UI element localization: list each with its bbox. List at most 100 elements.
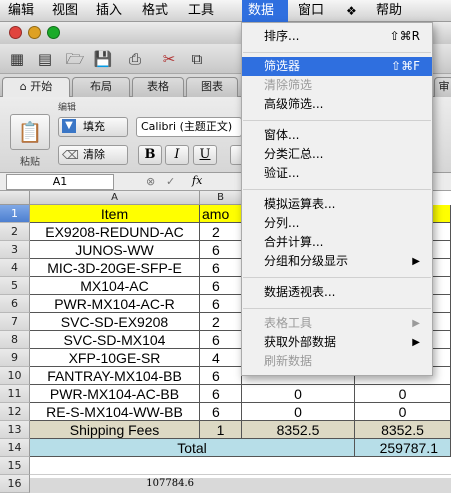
save-icon[interactable]: 💾: [92, 48, 114, 70]
shipping-label-cell[interactable]: Shipping Fees: [30, 421, 200, 439]
open-folder-icon[interactable]: 🗁: [64, 48, 86, 70]
submenu-arrow-icon: ▶: [412, 256, 420, 267]
menu-item-validation[interactable]: 验证...: [242, 164, 432, 183]
menu-item-data-table[interactable]: 模拟运算表...: [242, 195, 432, 214]
font-name-select[interactable]: Calibri (主题正文): [136, 117, 242, 137]
amount-cell[interactable]: 6: [200, 331, 242, 349]
item-name-cell[interactable]: MX104-AC: [30, 277, 200, 295]
amount-cell[interactable]: 6: [200, 241, 242, 259]
item-name-cell[interactable]: SVC-SD-MX104: [30, 331, 200, 349]
menu-item-filter[interactable]: 筛选器 ⇧⌘F: [242, 57, 432, 76]
amount-cell[interactable]: 6: [200, 259, 242, 277]
row-header-14[interactable]: 14: [0, 439, 30, 457]
amount-cell[interactable]: 6: [200, 367, 242, 385]
menu-data[interactable]: 数据: [242, 0, 288, 22]
row-header-12[interactable]: 12: [0, 403, 30, 421]
row-header-6[interactable]: 6: [0, 295, 30, 313]
amount-cell[interactable]: 6: [200, 403, 242, 421]
header-cell-item[interactable]: Item: [30, 205, 200, 223]
row-header-7[interactable]: 7: [0, 313, 30, 331]
item-name-cell[interactable]: PWR-MX104-AC-R: [30, 295, 200, 313]
item-name-cell[interactable]: XFP-10GE-SR: [30, 349, 200, 367]
bold-button[interactable]: B: [138, 145, 162, 165]
row-header-2[interactable]: 2: [0, 223, 30, 241]
value-cell-c[interactable]: 0: [242, 385, 355, 403]
tab-layout[interactable]: 布局: [72, 77, 130, 97]
menu-item-text-to-columns[interactable]: 分列...: [242, 214, 432, 233]
item-name-cell[interactable]: FANTRAY-MX104-BB: [30, 367, 200, 385]
empty-row-cell[interactable]: [30, 457, 451, 475]
menu-tools[interactable]: 工具: [182, 0, 220, 22]
item-name-cell[interactable]: SVC-SD-EX9208: [30, 313, 200, 331]
paste-button[interactable]: 📋: [10, 114, 50, 150]
menu-item-pivot-table[interactable]: 数据透视表...: [242, 283, 432, 302]
item-name-cell[interactable]: JUNOS-WW: [30, 241, 200, 259]
menu-format[interactable]: 格式: [136, 0, 174, 22]
item-name-cell[interactable]: RE-S-MX104-WW-BB: [30, 403, 200, 421]
value-cell-d[interactable]: 0: [355, 385, 451, 403]
script-icon[interactable]: ❖: [340, 0, 363, 22]
menu-item-advanced-filter[interactable]: 高级筛选...: [242, 95, 432, 114]
amount-cell[interactable]: 4: [200, 349, 242, 367]
new-doc-icon[interactable]: ▦: [6, 48, 28, 70]
menu-help[interactable]: 帮助: [370, 0, 408, 22]
value-cell-d[interactable]: 0: [355, 403, 451, 421]
value-cell-c[interactable]: 0: [242, 403, 355, 421]
menu-view[interactable]: 视图: [46, 0, 84, 22]
underline-button[interactable]: U: [193, 145, 217, 165]
row-header-1[interactable]: 1: [0, 205, 30, 223]
row-header-10[interactable]: 10: [0, 367, 30, 385]
item-name-cell[interactable]: EX9208-REDUND-AC: [30, 223, 200, 241]
template-icon[interactable]: ▤: [34, 48, 56, 70]
tab-charts[interactable]: 图表: [186, 77, 238, 97]
row-header-8[interactable]: 8: [0, 331, 30, 349]
name-box[interactable]: A1: [6, 174, 114, 190]
menu-window[interactable]: 窗口: [292, 0, 330, 22]
menu-item-consolidate[interactable]: 合并计算...: [242, 233, 432, 252]
item-name-cell[interactable]: PWR-MX104-AC-BB: [30, 385, 200, 403]
row-header-15[interactable]: 15: [0, 457, 30, 475]
tab-tables[interactable]: 表格: [132, 77, 184, 97]
print-icon[interactable]: ⎙: [124, 48, 146, 70]
minimize-window-button[interactable]: [28, 26, 41, 39]
row-header-4[interactable]: 4: [0, 259, 30, 277]
tab-review[interactable]: 审: [434, 77, 451, 97]
amount-cell[interactable]: 6: [200, 277, 242, 295]
shipping-amount-cell[interactable]: 1: [200, 421, 242, 439]
zoom-window-button[interactable]: [47, 26, 60, 39]
total-value-cell[interactable]: 259787.1: [355, 439, 451, 457]
menu-edit[interactable]: 编辑: [2, 0, 40, 22]
data-menu-dropdown: 排序... ⇧⌘R 筛选器 ⇧⌘F 清除筛选 高级筛选... 窗体... 分类汇总.…: [241, 22, 433, 376]
menu-insert[interactable]: 插入: [90, 0, 128, 22]
menu-item-group-outline[interactable]: 分组和分级显示 ▶: [242, 252, 432, 271]
row-header-11[interactable]: 11: [0, 385, 30, 403]
menu-item-get-external-data[interactable]: 获取外部数据 ▶: [242, 333, 432, 352]
select-all-corner[interactable]: [0, 191, 30, 205]
row-header-3[interactable]: 3: [0, 241, 30, 259]
cancel-formula-icon[interactable]: ⊗: [146, 175, 155, 188]
column-header-a[interactable]: A: [30, 191, 200, 205]
menu-item-subtotals[interactable]: 分类汇总...: [242, 145, 432, 164]
menu-item-form[interactable]: 窗体...: [242, 126, 432, 145]
cut-icon[interactable]: ✂: [158, 48, 180, 70]
italic-button[interactable]: I: [165, 145, 189, 165]
shipping-value-c[interactable]: 8352.5: [242, 421, 355, 439]
amount-cell[interactable]: 2: [200, 223, 242, 241]
close-window-button[interactable]: [9, 26, 22, 39]
function-button[interactable]: fx: [192, 174, 202, 187]
tab-home[interactable]: ⌂ 开始: [2, 77, 70, 98]
column-header-b[interactable]: B: [200, 191, 242, 205]
row-header-9[interactable]: 9: [0, 349, 30, 367]
row-header-5[interactable]: 5: [0, 277, 30, 295]
accept-formula-icon[interactable]: ✓: [166, 175, 175, 188]
header-cell-amount[interactable]: amo: [200, 205, 242, 223]
total-label-cell[interactable]: Total: [30, 439, 355, 457]
copy-icon[interactable]: ⧉: [186, 48, 208, 70]
amount-cell[interactable]: 2: [200, 313, 242, 331]
amount-cell[interactable]: 6: [200, 295, 242, 313]
shipping-value-d[interactable]: 8352.5: [355, 421, 451, 439]
item-name-cell[interactable]: MIC-3D-20GE-SFP-E: [30, 259, 200, 277]
menu-item-sort[interactable]: 排序... ⇧⌘R: [242, 27, 432, 46]
row-header-13[interactable]: 13: [0, 421, 30, 439]
amount-cell[interactable]: 6: [200, 385, 242, 403]
